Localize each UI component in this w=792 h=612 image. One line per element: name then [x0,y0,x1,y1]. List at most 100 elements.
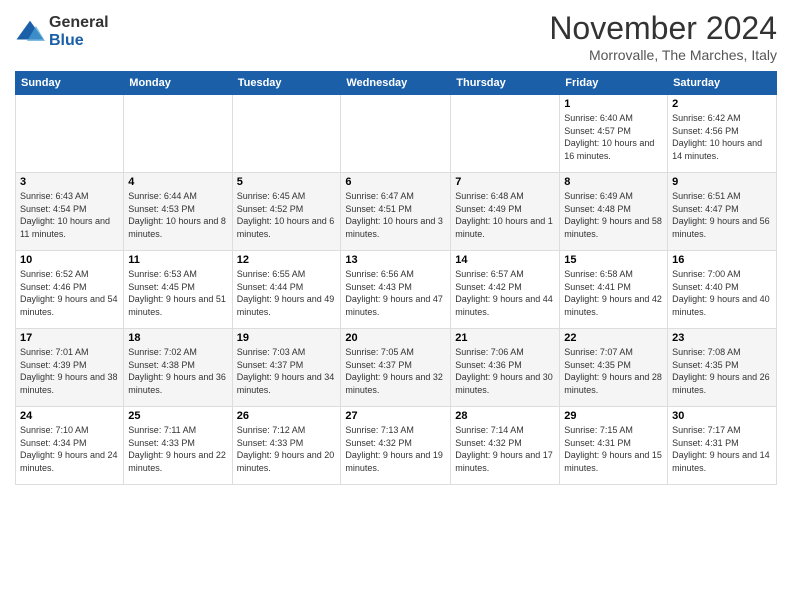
day-number: 7 [455,176,555,188]
calendar-cell: 27Sunrise: 7:13 AM Sunset: 4:32 PM Dayli… [341,407,451,485]
day-info: Sunrise: 7:06 AM Sunset: 4:36 PM Dayligh… [455,346,555,396]
logo-icon [15,17,45,47]
day-info: Sunrise: 7:03 AM Sunset: 4:37 PM Dayligh… [237,346,337,396]
weekday-header-monday: Monday [124,72,232,95]
day-info: Sunrise: 7:00 AM Sunset: 4:40 PM Dayligh… [672,268,772,318]
calendar-week-row: 3 Sunrise: 6:43 AM Sunset: 4:54 PM Daylig… [16,173,777,251]
day-info: Sunrise: 7:07 AM Sunset: 4:35 PM Dayligh… [564,346,663,396]
header: General Blue November 2024 Morrovalle, T… [15,10,777,63]
calendar-cell: 26Sunrise: 7:12 AM Sunset: 4:33 PM Dayli… [232,407,341,485]
calendar-cell: 1 Sunrise: 6:40 AM Sunset: 4:57 PM Daylig… [560,95,668,173]
location-subtitle: Morrovalle, The Marches, Italy [549,47,777,63]
day-number: 27 [345,410,446,422]
calendar-cell: 6 Sunrise: 6:47 AM Sunset: 4:51 PM Daylig… [341,173,451,251]
calendar-cell [341,95,451,173]
calendar-cell: 5 Sunrise: 6:45 AM Sunset: 4:52 PM Daylig… [232,173,341,251]
day-number: 25 [128,410,227,422]
day-number: 24 [20,410,119,422]
day-info: Sunrise: 6:48 AM Sunset: 4:49 PM Dayligh… [455,190,555,240]
day-number: 3 [20,176,119,188]
logo: General Blue [15,14,109,50]
calendar-cell: 28 Sunrise: 7:14 AM Sunset: 4:32 PM Dayli… [451,407,560,485]
day-info: Sunrise: 6:43 AM Sunset: 4:54 PM Dayligh… [20,190,119,240]
day-info: Sunrise: 7:02 AM Sunset: 4:38 PM Dayligh… [128,346,227,396]
day-info: Sunrise: 6:47 AM Sunset: 4:51 PM Dayligh… [345,190,446,240]
day-number: 15 [564,254,663,266]
weekday-header-saturday: Saturday [668,72,777,95]
day-number: 20 [345,332,446,344]
calendar-cell: 15 Sunrise: 6:58 AM Sunset: 4:41 PM Dayli… [560,251,668,329]
day-number: 1 [564,98,663,110]
day-number: 6 [345,176,446,188]
calendar-cell: 24 Sunrise: 7:10 AM Sunset: 4:34 PM Dayli… [16,407,124,485]
calendar-cell: 22 Sunrise: 7:07 AM Sunset: 4:35 PM Dayli… [560,329,668,407]
day-number: 29 [564,410,663,422]
day-number: 28 [455,410,555,422]
day-number: 5 [237,176,337,188]
calendar-cell: 17Sunrise: 7:01 AM Sunset: 4:39 PM Dayli… [16,329,124,407]
day-number: 21 [455,332,555,344]
calendar-week-row: 10 Sunrise: 6:52 AM Sunset: 4:46 PM Dayli… [16,251,777,329]
day-info: Sunrise: 6:52 AM Sunset: 4:46 PM Dayligh… [20,268,119,318]
day-info: Sunrise: 7:12 AM Sunset: 4:33 PM Dayligh… [237,424,337,474]
day-info: Sunrise: 7:05 AM Sunset: 4:37 PM Dayligh… [345,346,446,396]
day-info: Sunrise: 6:45 AM Sunset: 4:52 PM Dayligh… [237,190,337,240]
weekday-header-wednesday: Wednesday [341,72,451,95]
day-info: Sunrise: 7:11 AM Sunset: 4:33 PM Dayligh… [128,424,227,474]
calendar-cell: 16Sunrise: 7:00 AM Sunset: 4:40 PM Dayli… [668,251,777,329]
calendar-cell: 21 Sunrise: 7:06 AM Sunset: 4:36 PM Dayli… [451,329,560,407]
calendar-cell [124,95,232,173]
day-number: 14 [455,254,555,266]
calendar-cell: 11Sunrise: 6:53 AM Sunset: 4:45 PM Dayli… [124,251,232,329]
day-info: Sunrise: 6:58 AM Sunset: 4:41 PM Dayligh… [564,268,663,318]
day-info: Sunrise: 7:15 AM Sunset: 4:31 PM Dayligh… [564,424,663,474]
calendar-cell: 2Sunrise: 6:42 AM Sunset: 4:56 PM Daylig… [668,95,777,173]
main-container: General Blue November 2024 Morrovalle, T… [0,0,792,495]
calendar-week-row: 17Sunrise: 7:01 AM Sunset: 4:39 PM Dayli… [16,329,777,407]
month-title: November 2024 [549,10,777,47]
day-number: 22 [564,332,663,344]
day-number: 9 [672,176,772,188]
calendar-table: SundayMondayTuesdayWednesdayThursdayFrid… [15,71,777,485]
day-info: Sunrise: 6:53 AM Sunset: 4:45 PM Dayligh… [128,268,227,318]
day-info: Sunrise: 6:49 AM Sunset: 4:48 PM Dayligh… [564,190,663,240]
calendar-week-row: 1 Sunrise: 6:40 AM Sunset: 4:57 PM Daylig… [16,95,777,173]
day-number: 18 [128,332,227,344]
day-number: 13 [345,254,446,266]
calendar-cell: 12 Sunrise: 6:55 AM Sunset: 4:44 PM Dayli… [232,251,341,329]
day-info: Sunrise: 7:10 AM Sunset: 4:34 PM Dayligh… [20,424,119,474]
day-info: Sunrise: 7:08 AM Sunset: 4:35 PM Dayligh… [672,346,772,396]
day-info: Sunrise: 6:55 AM Sunset: 4:44 PM Dayligh… [237,268,337,318]
weekday-header-thursday: Thursday [451,72,560,95]
calendar-cell: 29 Sunrise: 7:15 AM Sunset: 4:31 PM Dayli… [560,407,668,485]
weekday-header-sunday: Sunday [16,72,124,95]
calendar-cell: 30Sunrise: 7:17 AM Sunset: 4:31 PM Dayli… [668,407,777,485]
day-info: Sunrise: 7:14 AM Sunset: 4:32 PM Dayligh… [455,424,555,474]
day-number: 12 [237,254,337,266]
calendar-cell: 4 Sunrise: 6:44 AM Sunset: 4:53 PM Daylig… [124,173,232,251]
day-number: 4 [128,176,227,188]
logo-text: General Blue [49,14,109,50]
calendar-cell: 13 Sunrise: 6:56 AM Sunset: 4:43 PM Dayli… [341,251,451,329]
calendar-cell: 10 Sunrise: 6:52 AM Sunset: 4:46 PM Dayli… [16,251,124,329]
title-area: November 2024 Morrovalle, The Marches, I… [549,10,777,63]
calendar-cell: 9 Sunrise: 6:51 AM Sunset: 4:47 PM Daylig… [668,173,777,251]
calendar-cell: 14 Sunrise: 6:57 AM Sunset: 4:42 PM Dayli… [451,251,560,329]
day-info: Sunrise: 6:40 AM Sunset: 4:57 PM Dayligh… [564,112,663,162]
calendar-cell: 8Sunrise: 6:49 AM Sunset: 4:48 PM Daylig… [560,173,668,251]
day-info: Sunrise: 7:01 AM Sunset: 4:39 PM Dayligh… [20,346,119,396]
day-info: Sunrise: 6:44 AM Sunset: 4:53 PM Dayligh… [128,190,227,240]
calendar-cell [232,95,341,173]
day-info: Sunrise: 6:56 AM Sunset: 4:43 PM Dayligh… [345,268,446,318]
weekday-header-tuesday: Tuesday [232,72,341,95]
day-number: 10 [20,254,119,266]
calendar-cell: 20 Sunrise: 7:05 AM Sunset: 4:37 PM Dayli… [341,329,451,407]
day-info: Sunrise: 6:57 AM Sunset: 4:42 PM Dayligh… [455,268,555,318]
day-info: Sunrise: 7:17 AM Sunset: 4:31 PM Dayligh… [672,424,772,474]
day-info: Sunrise: 6:51 AM Sunset: 4:47 PM Dayligh… [672,190,772,240]
day-number: 23 [672,332,772,344]
day-info: Sunrise: 6:42 AM Sunset: 4:56 PM Dayligh… [672,112,772,162]
calendar-week-row: 24 Sunrise: 7:10 AM Sunset: 4:34 PM Dayli… [16,407,777,485]
calendar-cell: 25 Sunrise: 7:11 AM Sunset: 4:33 PM Dayli… [124,407,232,485]
weekday-header-friday: Friday [560,72,668,95]
